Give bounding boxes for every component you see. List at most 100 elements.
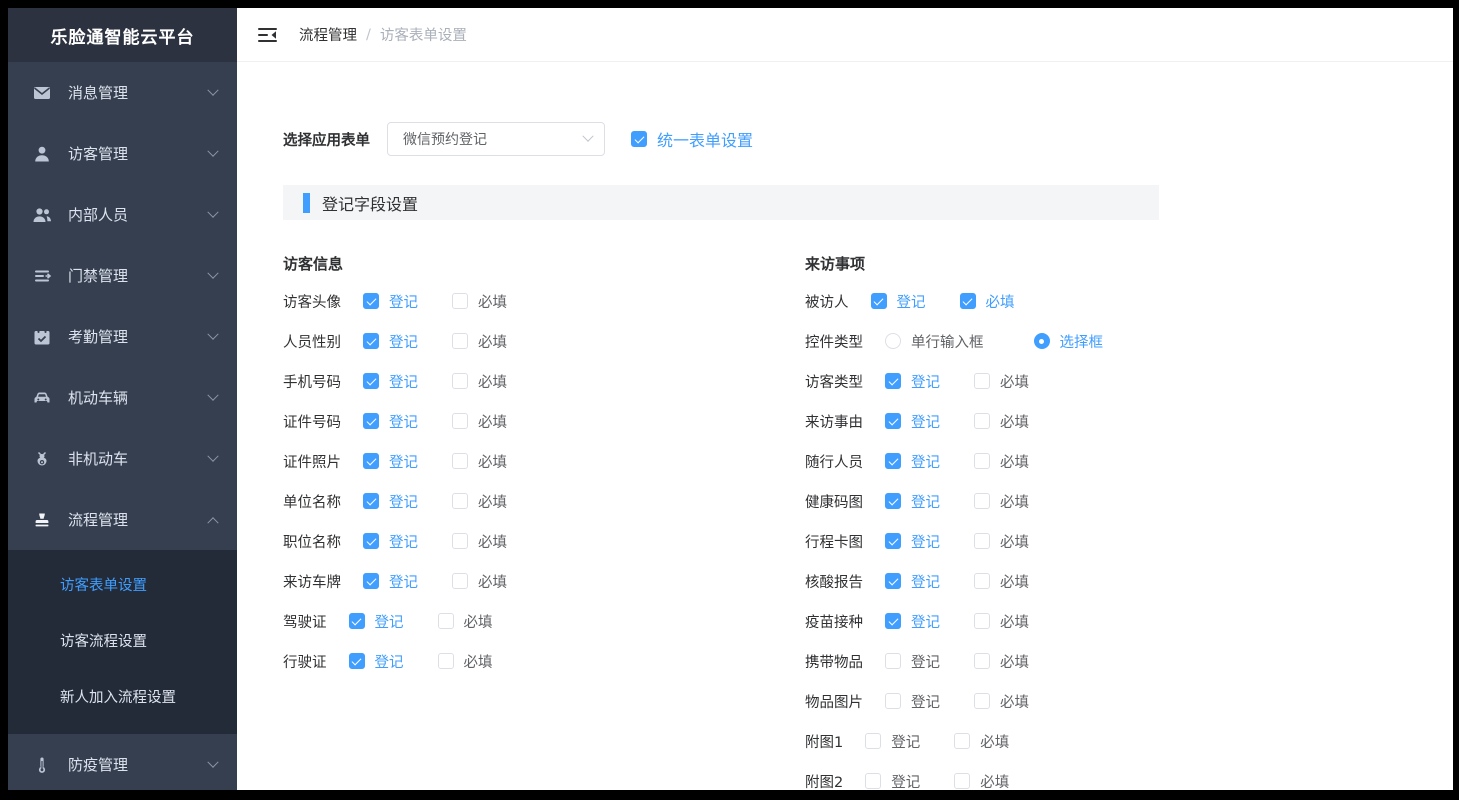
required-checkbox[interactable] [452,293,468,309]
required-checkbox-group[interactable]: 必填 [974,371,1029,392]
register-checkbox-group[interactable]: 登记 [885,611,940,632]
sidebar-item-attendance[interactable]: 考勤管理 [8,306,237,367]
required-checkbox-group[interactable]: 必填 [960,291,1015,312]
register-checkbox[interactable] [885,693,901,709]
required-checkbox-group[interactable]: 必填 [438,651,493,672]
required-checkbox[interactable] [452,453,468,469]
required-checkbox[interactable] [452,533,468,549]
register-checkbox-group[interactable]: 登记 [363,571,418,592]
register-checkbox[interactable] [885,453,901,469]
sidebar-item-staff[interactable]: 内部人员 [8,184,237,245]
register-checkbox[interactable] [349,613,365,629]
register-checkbox-group[interactable]: 登记 [865,771,920,791]
sidebar-item-epidemic[interactable]: 防疫管理 [8,734,237,790]
sidebar-subitem-newcomer-process-settings[interactable]: 新人加入流程设置 [8,670,237,726]
applied-form-select[interactable]: 微信预约登记 [387,122,605,156]
required-checkbox-group[interactable]: 必填 [974,651,1029,672]
required-checkbox[interactable] [974,453,990,469]
required-checkbox-group[interactable]: 必填 [452,411,507,432]
register-checkbox-group[interactable]: 登记 [363,411,418,432]
required-checkbox[interactable] [452,413,468,429]
required-checkbox-group[interactable]: 必填 [438,611,493,632]
register-checkbox-group[interactable]: 登记 [885,451,940,472]
required-checkbox[interactable] [974,613,990,629]
register-checkbox-group[interactable]: 登记 [885,691,940,712]
required-checkbox-group[interactable]: 必填 [974,571,1029,592]
register-checkbox-group[interactable]: 登记 [871,291,926,312]
required-checkbox[interactable] [438,653,454,669]
register-checkbox-group[interactable]: 登记 [885,371,940,392]
required-checkbox[interactable] [452,333,468,349]
register-checkbox-group[interactable]: 登记 [885,651,940,672]
register-checkbox-group[interactable]: 登记 [349,651,404,672]
register-checkbox[interactable] [885,413,901,429]
required-checkbox[interactable] [954,733,970,749]
register-checkbox-group[interactable]: 登记 [363,291,418,312]
required-checkbox[interactable] [954,773,970,789]
unified-form-checkbox[interactable] [631,131,647,147]
register-checkbox-group[interactable]: 登记 [865,731,920,752]
register-checkbox-group[interactable]: 登记 [363,451,418,472]
required-checkbox-group[interactable]: 必填 [452,531,507,552]
register-checkbox-group[interactable]: 登记 [885,571,940,592]
required-checkbox[interactable] [974,573,990,589]
sidebar-item-access[interactable]: 门禁管理 [8,245,237,306]
required-checkbox-group[interactable]: 必填 [954,771,1009,791]
required-checkbox-group[interactable]: 必填 [974,691,1029,712]
required-checkbox[interactable] [452,573,468,589]
radio-selected-icon[interactable] [1034,333,1050,349]
required-checkbox[interactable] [438,613,454,629]
radio-icon[interactable] [885,333,901,349]
required-checkbox[interactable] [974,493,990,509]
sidebar-item-non-motor[interactable]: 非机动车 [8,428,237,489]
required-checkbox[interactable] [974,533,990,549]
required-checkbox[interactable] [974,373,990,389]
required-checkbox[interactable] [960,293,976,309]
required-checkbox-group[interactable]: 必填 [974,611,1029,632]
register-checkbox-group[interactable]: 登记 [349,611,404,632]
required-checkbox-group[interactable]: 必填 [974,491,1029,512]
register-checkbox[interactable] [363,293,379,309]
required-checkbox-group[interactable]: 必填 [452,371,507,392]
required-checkbox[interactable] [974,653,990,669]
register-checkbox[interactable] [865,773,881,789]
control-type-radio-option[interactable]: 单行输入框 [885,331,984,352]
required-checkbox-group[interactable]: 必填 [974,531,1029,552]
required-checkbox-group[interactable]: 必填 [974,411,1029,432]
register-checkbox[interactable] [885,613,901,629]
required-checkbox-group[interactable]: 必填 [452,571,507,592]
required-checkbox-group[interactable]: 必填 [452,331,507,352]
register-checkbox-group[interactable]: 登记 [363,531,418,552]
breadcrumb-item-process[interactable]: 流程管理 [299,24,357,45]
sidebar-subitem-visitor-form-settings[interactable]: 访客表单设置 [8,558,237,614]
register-checkbox[interactable] [363,413,379,429]
register-checkbox[interactable] [363,533,379,549]
register-checkbox[interactable] [349,653,365,669]
register-checkbox-group[interactable]: 登记 [885,411,940,432]
required-checkbox[interactable] [974,413,990,429]
register-checkbox[interactable] [363,333,379,349]
register-checkbox-group[interactable]: 登记 [885,531,940,552]
required-checkbox[interactable] [452,373,468,389]
register-checkbox[interactable] [363,493,379,509]
control-type-radio-option[interactable]: 选择框 [1034,331,1104,352]
register-checkbox[interactable] [885,533,901,549]
register-checkbox[interactable] [885,373,901,389]
register-checkbox-group[interactable]: 登记 [363,331,418,352]
sidebar-item-process[interactable]: 流程管理 [8,489,237,550]
register-checkbox[interactable] [871,293,887,309]
register-checkbox-group[interactable]: 登记 [885,491,940,512]
required-checkbox[interactable] [452,493,468,509]
sidebar-subitem-visitor-process-settings[interactable]: 访客流程设置 [8,614,237,670]
sidebar-item-visitors[interactable]: 访客管理 [8,123,237,184]
register-checkbox[interactable] [885,493,901,509]
required-checkbox-group[interactable]: 必填 [452,491,507,512]
menu-fold-icon[interactable] [258,27,278,43]
register-checkbox-group[interactable]: 登记 [363,371,418,392]
required-checkbox[interactable] [974,693,990,709]
required-checkbox-group[interactable]: 必填 [974,451,1029,472]
sidebar-item-messages[interactable]: 消息管理 [8,62,237,123]
required-checkbox-group[interactable]: 必填 [954,731,1009,752]
register-checkbox[interactable] [363,453,379,469]
register-checkbox[interactable] [363,573,379,589]
